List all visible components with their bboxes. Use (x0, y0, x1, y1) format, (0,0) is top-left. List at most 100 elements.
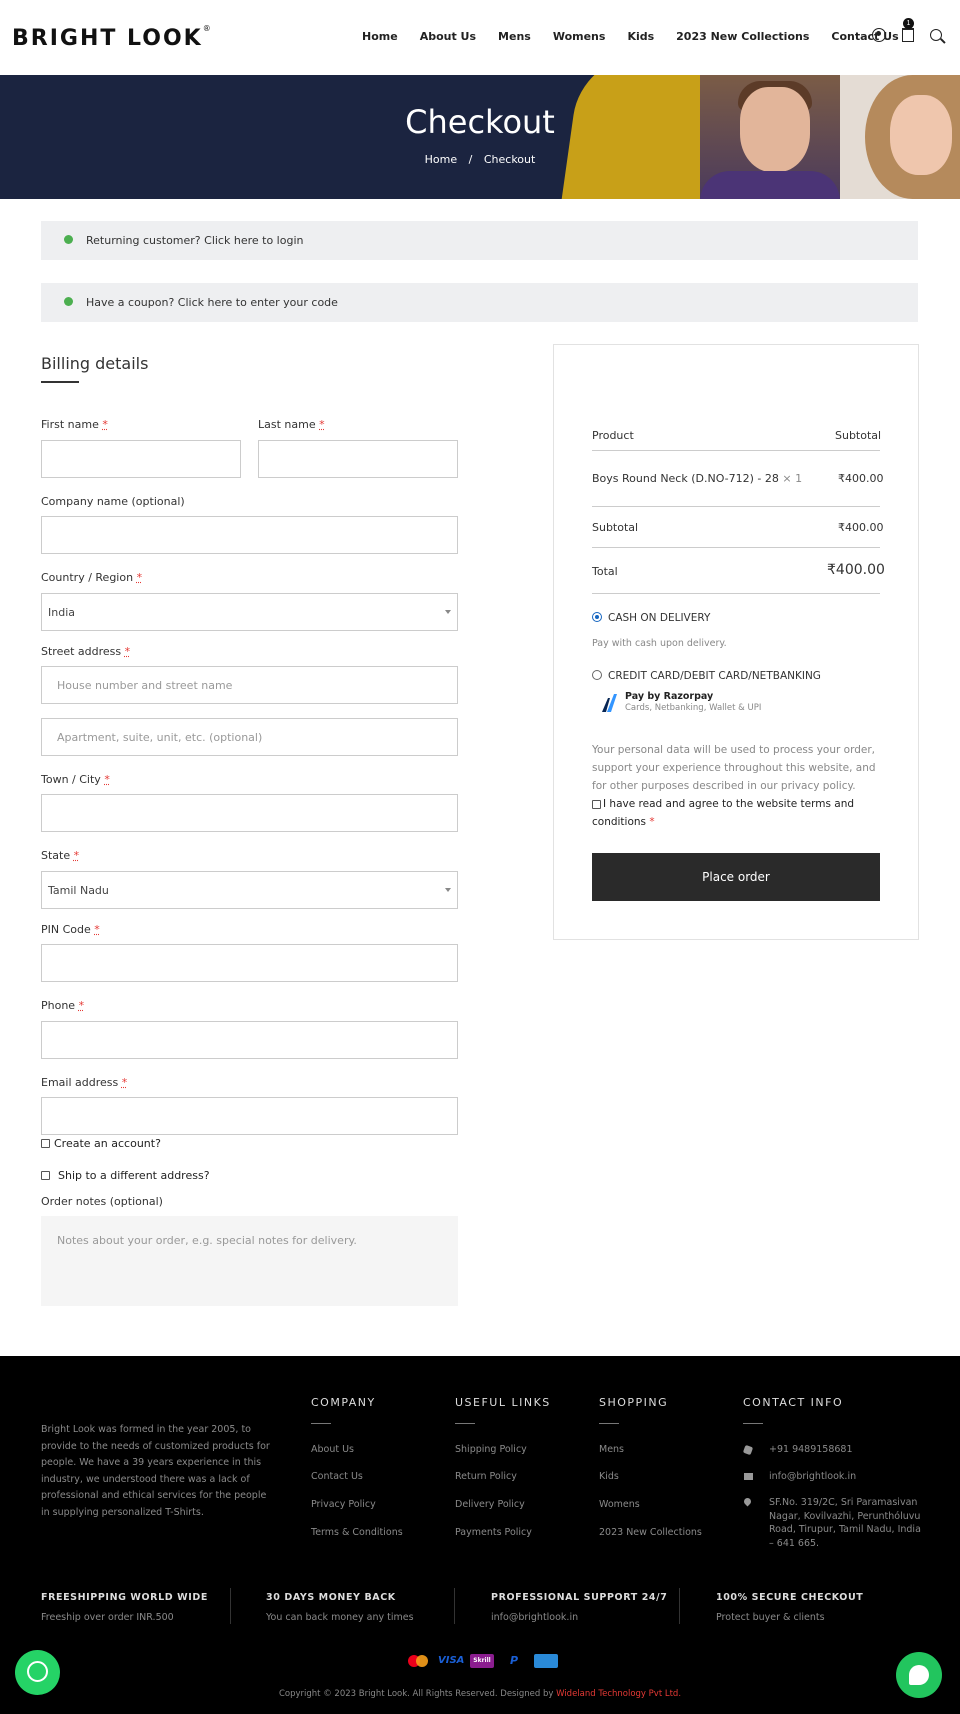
account-icon[interactable] (872, 28, 886, 42)
street2-placeholder: Apartment, suite, unit, etc. (optional) (57, 731, 263, 744)
whatsapp-button[interactable] (15, 1650, 60, 1695)
order-notes-textarea[interactable]: Notes about your order, e.g. special not… (41, 1216, 458, 1306)
mastercard-icon (406, 1654, 430, 1668)
nav-mens[interactable]: Mens (498, 30, 531, 43)
heading-underline (311, 1423, 331, 1424)
card-label[interactable]: CREDIT CARD/DEBIT CARD/NETBANKING (608, 670, 821, 682)
feature-divider (230, 1588, 231, 1624)
total-label: Total (592, 565, 618, 578)
page-banner: Checkout Home / Checkout (0, 75, 960, 199)
chat-icon (909, 1665, 929, 1685)
country-select[interactable]: India (41, 593, 458, 631)
footer-link-womens[interactable]: Womens (599, 1499, 640, 1510)
cod-radio[interactable] (592, 612, 602, 622)
footer-about-text: Bright Look was formed in the year 2005,… (41, 1424, 270, 1518)
last-name-field[interactable] (258, 440, 458, 478)
search-icon[interactable] (930, 29, 942, 41)
breadcrumb-home[interactable]: Home (425, 153, 457, 166)
footer-phone[interactable]: +91 9489158681 (769, 1444, 853, 1455)
nav-kids[interactable]: Kids (627, 30, 654, 43)
copyright: Copyright © 2023 Bright Look. All Rights… (278, 1689, 682, 1699)
first-name-field[interactable] (41, 440, 241, 478)
footer-address-line4: – 641 665. (769, 1538, 820, 1549)
footer-link-about-us[interactable]: About Us (311, 1444, 354, 1455)
divider (592, 593, 880, 594)
nav-home[interactable]: Home (362, 30, 398, 43)
footer-email[interactable]: info@brightlook.in (769, 1471, 856, 1482)
footer-link-kids[interactable]: Kids (599, 1471, 619, 1482)
footer-address-line2: Nagar, Kovilvazhi, Perunthóluvu (769, 1511, 921, 1522)
site-logo[interactable]: BRIGHT LOOK® (12, 24, 213, 51)
footer-link-payments-policy[interactable]: Payments Policy (455, 1527, 532, 1538)
feature-money-back-sub: You can back money any times (266, 1612, 414, 1623)
card-radio[interactable] (592, 670, 602, 680)
total-value: ₹400.00 (827, 562, 885, 578)
feature-divider (679, 1588, 680, 1624)
cart-icon[interactable]: 1 (902, 18, 914, 42)
nav-2023-new-collections[interactable]: 2023 New Collections (676, 30, 809, 43)
footer-link-contact-us[interactable]: Contact Us (311, 1471, 363, 1482)
site-header: BRIGHT LOOK® Home About Us Mens Womens K… (0, 0, 960, 75)
heading-underline (743, 1423, 763, 1424)
nav-about-us[interactable]: About Us (420, 30, 476, 43)
col-product-header: Product (592, 429, 634, 442)
ship-different-label: Ship to a different address? (58, 1169, 210, 1182)
city-field[interactable] (41, 794, 458, 832)
dropdown-arrow-icon (445, 888, 451, 892)
city-label: Town / City * (41, 773, 110, 786)
phone-field[interactable] (41, 1021, 458, 1059)
phone-icon (742, 1444, 754, 1456)
cod-label[interactable]: CASH ON DELIVERY (608, 612, 710, 624)
designer-link[interactable]: Wideland Technology Pvt Ltd. (556, 1689, 681, 1699)
street-placeholder: House number and street name (57, 679, 233, 692)
login-link[interactable]: Returning customer? Click here to login (86, 234, 303, 247)
country-value: India (48, 606, 75, 619)
feature-money-back-title: 30 DAYS MONEY BACK (266, 1592, 396, 1603)
place-order-button[interactable]: Place order (592, 853, 880, 901)
divider (592, 450, 880, 451)
create-account-checkbox[interactable] (41, 1139, 50, 1148)
footer-link-new-collections[interactable]: 2023 New Collections (599, 1527, 702, 1538)
footer-link-shipping-policy[interactable]: Shipping Policy (455, 1444, 527, 1455)
order-notes-placeholder: Notes about your order, e.g. special not… (57, 1234, 357, 1247)
info-icon (64, 235, 73, 244)
feature-secure-sub: Protect buyer & clients (716, 1612, 825, 1623)
mail-icon (744, 1473, 753, 1480)
footer-contact-heading: CONTACT INFO (743, 1396, 844, 1409)
privacy-text-line2: support your experience throughout this … (592, 762, 876, 774)
footer-link-terms[interactable]: Terms & Conditions (311, 1527, 403, 1538)
terms-checkbox[interactable] (592, 799, 601, 809)
state-select[interactable]: Tamil Nadu (41, 871, 458, 909)
company-field[interactable] (41, 516, 458, 554)
main-nav: Home About Us Mens Womens Kids 2023 New … (362, 30, 921, 43)
privacy-text-line1: Your personal data will be used to proce… (592, 744, 875, 756)
visa-icon: VISA (438, 1655, 465, 1666)
footer-link-mens[interactable]: Mens (599, 1444, 624, 1455)
banner-photo-man-shirt (700, 171, 840, 199)
street-address-field[interactable]: House number and street name (41, 666, 458, 704)
page-title: Checkout (405, 103, 555, 141)
ship-different-checkbox[interactable] (41, 1171, 50, 1180)
footer-link-delivery-policy[interactable]: Delivery Policy (455, 1499, 525, 1510)
nav-womens[interactable]: Womens (553, 30, 606, 43)
pin-field[interactable] (41, 944, 458, 982)
privacy-text-line3: for other purposes described in our priv… (592, 780, 856, 792)
chat-button[interactable] (896, 1652, 942, 1698)
location-icon (742, 1496, 753, 1507)
cart-count-badge: 1 (903, 18, 914, 29)
breadcrumb: Home / Checkout (0, 153, 960, 166)
paypal-icon: P (509, 1654, 519, 1667)
email-field[interactable] (41, 1097, 458, 1135)
coupon-link[interactable]: Have a coupon? Click here to enter your … (86, 296, 338, 309)
login-notice: Returning customer? Click here to login (41, 221, 918, 260)
footer-shopping-heading: SHOPPING (599, 1396, 669, 1409)
feature-secure-title: 100% SECURE CHECKOUT (716, 1592, 864, 1603)
footer-link-return-policy[interactable]: Return Policy (455, 1471, 517, 1482)
phone-label: Phone * (41, 999, 85, 1012)
street-address-2-field[interactable]: Apartment, suite, unit, etc. (optional) (41, 718, 458, 756)
site-footer: Bright Look was formed in the year 2005,… (0, 1356, 960, 1714)
footer-link-privacy-policy[interactable]: Privacy Policy (311, 1499, 376, 1510)
billing-title: Billing details (41, 354, 149, 373)
breadcrumb-separator: / (468, 153, 473, 166)
company-label: Company name (optional) (41, 495, 185, 508)
